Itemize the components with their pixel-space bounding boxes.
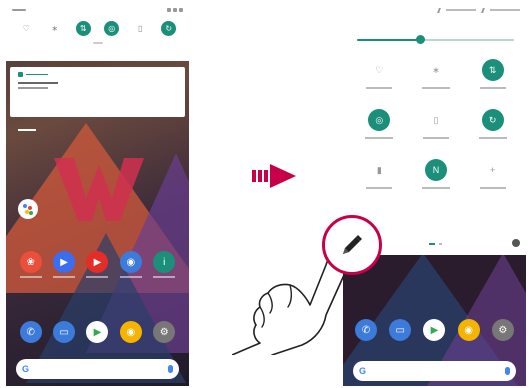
app-name-placeholder bbox=[26, 73, 48, 76]
status-text-placeholder bbox=[446, 9, 476, 11]
qs-tile[interactable]: ◎ bbox=[351, 109, 408, 139]
settings-icon[interactable]: ⚙ bbox=[153, 321, 176, 343]
wifi-status-icon bbox=[481, 7, 485, 13]
drag-handle[interactable] bbox=[92, 42, 103, 44]
edit-button-callout[interactable] bbox=[322, 215, 382, 275]
notification-shade[interactable]: ♡ ∗ ⇅ ◎ ▯ ↻ bbox=[6, 3, 189, 61]
page-indicator bbox=[439, 243, 442, 245]
qs-tile-label-placeholder bbox=[365, 137, 394, 139]
rotate-icon[interactable]: ◎ bbox=[368, 109, 391, 131]
mic-icon[interactable] bbox=[168, 365, 173, 373]
qs-tile-label-placeholder bbox=[479, 87, 506, 89]
qs-tile-label-placeholder bbox=[421, 87, 450, 89]
wifi-icon[interactable]: ♡ bbox=[18, 21, 34, 36]
files-icon[interactable]: i bbox=[153, 251, 176, 273]
add-icon[interactable]: + bbox=[481, 159, 504, 181]
dock-row: ✆ ▭ ▶ ◉ ⚙ bbox=[343, 319, 526, 341]
mic-icon[interactable] bbox=[505, 367, 510, 375]
wallpaper-w-logo-icon bbox=[54, 158, 144, 221]
home-screen-row: ❀ ▶ ▶ ◉ i bbox=[6, 251, 189, 273]
status-text-placeholder-2 bbox=[490, 9, 520, 11]
qs-tile[interactable]: N bbox=[408, 159, 465, 189]
rotate-icon[interactable]: ◎ bbox=[104, 21, 120, 36]
sync-icon[interactable]: ↻ bbox=[161, 21, 177, 36]
google-assistant-icon[interactable] bbox=[18, 199, 38, 219]
status-bar bbox=[343, 3, 526, 17]
chrome-icon[interactable]: ◉ bbox=[119, 321, 142, 343]
notification-header bbox=[18, 72, 177, 77]
camera-icon[interactable]: ◉ bbox=[119, 251, 142, 273]
settings-gear-icon[interactable] bbox=[512, 239, 520, 247]
brightness-thumb[interactable] bbox=[415, 35, 425, 44]
qs-tile[interactable]: ▮ bbox=[351, 159, 408, 189]
google-search-bar[interactable]: G bbox=[353, 361, 516, 381]
qs-tile-label-placeholder bbox=[479, 187, 506, 189]
phone-after: ♡ ∗ ⇅ ◎ ▯ ↻ ▮ N + ✆ ▭ ▶ ◉ ⚙ G bbox=[343, 3, 526, 386]
quick-settings-panel: ♡ ∗ ⇅ ◎ ▯ ↻ ▮ N + bbox=[343, 3, 526, 255]
battery-icon[interactable]: ▮ bbox=[368, 159, 391, 181]
signal-icon bbox=[167, 8, 171, 12]
edit-pencil-icon[interactable] bbox=[339, 232, 365, 258]
dock-row: ✆ ▭ ▶ ◉ ⚙ bbox=[6, 321, 189, 343]
bluetooth-icon[interactable]: ∗ bbox=[47, 21, 63, 36]
clock-placeholder-icon bbox=[12, 9, 26, 11]
qs-tile-label-placeholder bbox=[366, 87, 393, 89]
brightness-fill bbox=[357, 39, 420, 41]
quick-settings-row: ♡ ∗ ⇅ ◎ ▯ ↻ bbox=[6, 17, 189, 36]
messages-icon[interactable]: ▭ bbox=[389, 319, 412, 341]
sync-icon[interactable]: ↻ bbox=[481, 109, 504, 131]
play-store-icon[interactable]: ▶ bbox=[86, 321, 109, 343]
qs-tile-label-placeholder bbox=[421, 187, 450, 189]
instruction-illustration: ♡ ∗ ⇅ ◎ ▯ ↻ ❀ ▶ ▶ ◉ i ✆ ▭ ▶ ◉ ⚙ G ♡ ∗ ⇅ … bbox=[0, 0, 529, 388]
status-bar bbox=[6, 3, 189, 17]
data-icon[interactable]: ⇅ bbox=[75, 21, 91, 36]
home-labels bbox=[6, 276, 189, 278]
flashlight-icon[interactable]: ▯ bbox=[424, 109, 447, 131]
qs-tile[interactable]: ♡ bbox=[351, 59, 408, 89]
app-icon bbox=[18, 72, 23, 77]
qs-tile[interactable]: + bbox=[464, 159, 521, 189]
transition-arrow-icon bbox=[252, 164, 296, 188]
battery-status-icon bbox=[179, 8, 183, 12]
page-indicator-active bbox=[429, 243, 435, 245]
notification-title-placeholder bbox=[18, 82, 58, 84]
play-store-icon[interactable]: ▶ bbox=[423, 319, 446, 341]
nfc-icon[interactable]: N bbox=[424, 159, 447, 181]
qs-tile[interactable]: ∗ bbox=[408, 59, 465, 89]
flashlight-icon[interactable]: ▯ bbox=[132, 21, 148, 36]
brightness-slider[interactable] bbox=[357, 35, 514, 45]
qs-tile[interactable]: ↻ bbox=[464, 109, 521, 139]
qs-tile[interactable]: ▯ bbox=[408, 109, 465, 139]
phone-before: ♡ ∗ ⇅ ◎ ▯ ↻ ❀ ▶ ▶ ◉ i ✆ ▭ ▶ ◉ ⚙ G bbox=[6, 3, 189, 386]
chrome-icon[interactable]: ◉ bbox=[457, 319, 480, 341]
qs-tile[interactable]: ⇅ bbox=[464, 59, 521, 89]
data-icon[interactable]: ⇅ bbox=[481, 59, 504, 81]
notification-card[interactable] bbox=[10, 67, 185, 117]
photos-icon[interactable]: ❀ bbox=[19, 251, 42, 273]
qs-tile-label-placeholder bbox=[366, 187, 393, 189]
youtube-icon[interactable]: ▶ bbox=[86, 251, 109, 273]
google-search-bar[interactable]: G bbox=[16, 359, 179, 379]
notification-body-placeholder bbox=[18, 87, 48, 89]
google-logo: G bbox=[22, 364, 30, 374]
settings-icon[interactable]: ⚙ bbox=[491, 319, 514, 341]
duo-icon[interactable]: ▶ bbox=[53, 251, 76, 273]
qs-tile-label-placeholder bbox=[478, 137, 507, 139]
phone-icon[interactable]: ✆ bbox=[19, 321, 42, 343]
qs-tile-label-placeholder bbox=[422, 137, 449, 139]
wifi-icon[interactable]: ♡ bbox=[368, 59, 391, 81]
messages-icon[interactable]: ▭ bbox=[53, 321, 76, 343]
quick-settings-grid: ♡ ∗ ⇅ ◎ ▯ ↻ ▮ N + bbox=[351, 59, 521, 189]
signal-icon bbox=[437, 7, 441, 13]
google-logo: G bbox=[359, 366, 367, 376]
manage-notifications-link[interactable] bbox=[18, 127, 36, 133]
bluetooth-icon[interactable]: ∗ bbox=[424, 59, 447, 81]
wifi-status-icon bbox=[173, 8, 177, 12]
